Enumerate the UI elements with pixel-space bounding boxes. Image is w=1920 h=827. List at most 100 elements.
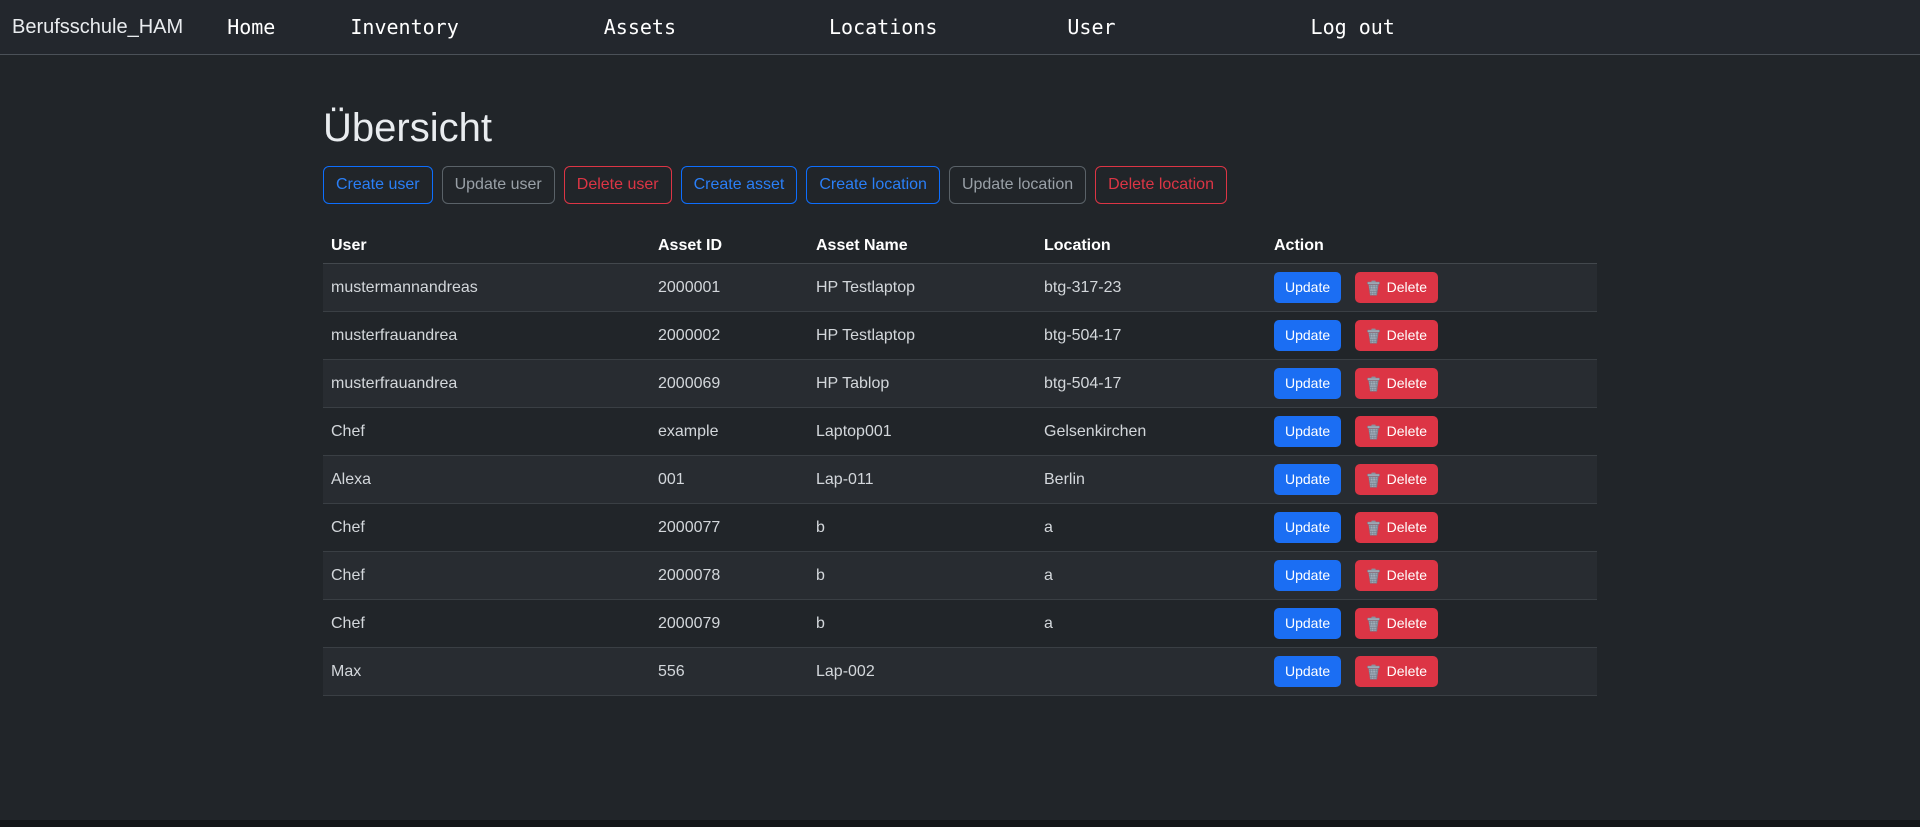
table-row: Alexa 001 Lap-011 Berlin Update Delete <box>323 456 1597 504</box>
row-delete-button[interactable]: Delete <box>1355 272 1438 303</box>
col-header-location: Location <box>1036 229 1266 264</box>
row-update-button[interactable]: Update <box>1274 320 1341 351</box>
trash-icon <box>1366 616 1381 632</box>
cell-user: Chef <box>323 552 650 600</box>
cell-action: Update Delete <box>1266 552 1597 600</box>
cell-asset-name: HP Testlaptop <box>808 312 1036 360</box>
cell-user: Chef <box>323 408 650 456</box>
table-header-row: User Asset ID Asset Name Location Action <box>323 229 1597 264</box>
cell-action: Update Delete <box>1266 312 1597 360</box>
cell-location: btg-504-17 <box>1036 360 1266 408</box>
cell-location: a <box>1036 552 1266 600</box>
row-delete-button[interactable]: Delete <box>1355 320 1438 351</box>
row-update-button[interactable]: Update <box>1274 464 1341 495</box>
trash-icon <box>1366 472 1381 488</box>
table-row: mustermannandreas 2000001 HP Testlaptop … <box>323 264 1597 312</box>
cell-asset-id: 2000078 <box>650 552 808 600</box>
row-delete-button[interactable]: Delete <box>1355 512 1438 543</box>
row-delete-button[interactable]: Delete <box>1355 608 1438 639</box>
cell-location: btg-317-23 <box>1036 264 1266 312</box>
cell-action: Update Delete <box>1266 408 1597 456</box>
delete-label: Delete <box>1387 373 1427 394</box>
cell-location <box>1036 648 1266 696</box>
cell-action: Update Delete <box>1266 264 1597 312</box>
cell-asset-id: 2000077 <box>650 504 808 552</box>
cell-asset-id: 2000079 <box>650 600 808 648</box>
create-location-button[interactable]: Create location <box>806 166 940 204</box>
cell-asset-id: 2000002 <box>650 312 808 360</box>
cell-action: Update Delete <box>1266 360 1597 408</box>
trash-icon <box>1366 424 1381 440</box>
row-update-button[interactable]: Update <box>1274 560 1341 591</box>
delete-user-button[interactable]: Delete user <box>564 166 672 204</box>
page-title: Übersicht <box>323 104 1597 152</box>
col-header-action: Action <box>1266 229 1597 264</box>
cell-user: mustermannandreas <box>323 264 650 312</box>
row-update-button[interactable]: Update <box>1274 416 1341 447</box>
update-location-button[interactable]: Update location <box>949 166 1086 204</box>
cell-asset-name: HP Tablop <box>808 360 1036 408</box>
delete-label: Delete <box>1387 613 1427 634</box>
cell-asset-id: example <box>650 408 808 456</box>
trash-icon <box>1366 376 1381 392</box>
delete-location-button[interactable]: Delete location <box>1095 166 1227 204</box>
main-content: Übersicht Create user Update user Delete… <box>323 55 1597 696</box>
nav-item-assets[interactable]: Assets <box>604 15 676 39</box>
row-delete-button[interactable]: Delete <box>1355 656 1438 687</box>
nav-item-user[interactable]: User <box>1067 15 1115 39</box>
cell-user: Chef <box>323 600 650 648</box>
cell-asset-name: b <box>808 504 1036 552</box>
cell-asset-id: 556 <box>650 648 808 696</box>
cell-asset-name: b <box>808 552 1036 600</box>
row-update-button[interactable]: Update <box>1274 656 1341 687</box>
cell-asset-id: 2000001 <box>650 264 808 312</box>
nav-item-locations[interactable]: Locations <box>829 15 937 39</box>
cell-asset-name: Lap-002 <box>808 648 1036 696</box>
cell-action: Update Delete <box>1266 456 1597 504</box>
window-bottom-edge <box>0 820 1920 827</box>
trash-icon <box>1366 280 1381 296</box>
update-user-button[interactable]: Update user <box>442 166 555 204</box>
row-update-button[interactable]: Update <box>1274 512 1341 543</box>
nav-item-home[interactable]: Home <box>227 15 275 39</box>
table-row: musterfrauandrea 2000069 HP Tablop btg-5… <box>323 360 1597 408</box>
delete-label: Delete <box>1387 517 1427 538</box>
cell-user: Alexa <box>323 456 650 504</box>
cell-action: Update Delete <box>1266 504 1597 552</box>
trash-icon <box>1366 568 1381 584</box>
delete-label: Delete <box>1387 277 1427 298</box>
delete-label: Delete <box>1387 325 1427 346</box>
trash-icon <box>1366 664 1381 680</box>
cell-asset-name: b <box>808 600 1036 648</box>
toolbar: Create user Update user Delete user Crea… <box>323 166 1597 204</box>
cell-asset-id: 2000069 <box>650 360 808 408</box>
cell-asset-name: Lap-011 <box>808 456 1036 504</box>
table-row: Chef 2000078 b a Update Delete <box>323 552 1597 600</box>
create-user-button[interactable]: Create user <box>323 166 433 204</box>
row-delete-button[interactable]: Delete <box>1355 464 1438 495</box>
row-update-button[interactable]: Update <box>1274 608 1341 639</box>
row-update-button[interactable]: Update <box>1274 272 1341 303</box>
row-delete-button[interactable]: Delete <box>1355 368 1438 399</box>
col-header-user: User <box>323 229 650 264</box>
table-row: musterfrauandrea 2000002 HP Testlaptop b… <box>323 312 1597 360</box>
create-asset-button[interactable]: Create asset <box>681 166 798 204</box>
cell-user: Max <box>323 648 650 696</box>
nav-item-inventory[interactable]: Inventory <box>350 15 458 39</box>
navbar-brand[interactable]: Berufsschule_HAM <box>12 16 183 39</box>
nav-item-logout[interactable]: Log out <box>1311 15 1395 39</box>
cell-location: a <box>1036 504 1266 552</box>
table-row: Chef example Laptop001 Gelsenkirchen Upd… <box>323 408 1597 456</box>
row-delete-button[interactable]: Delete <box>1355 560 1438 591</box>
cell-asset-name: HP Testlaptop <box>808 264 1036 312</box>
row-delete-button[interactable]: Delete <box>1355 416 1438 447</box>
cell-action: Update Delete <box>1266 648 1597 696</box>
col-header-asset-name: Asset Name <box>808 229 1036 264</box>
cell-action: Update Delete <box>1266 600 1597 648</box>
cell-location: a <box>1036 600 1266 648</box>
delete-label: Delete <box>1387 661 1427 682</box>
delete-label: Delete <box>1387 565 1427 586</box>
row-update-button[interactable]: Update <box>1274 368 1341 399</box>
nav-menu: Home Inventory Assets Locations User Log… <box>183 15 1395 39</box>
trash-icon <box>1366 520 1381 536</box>
